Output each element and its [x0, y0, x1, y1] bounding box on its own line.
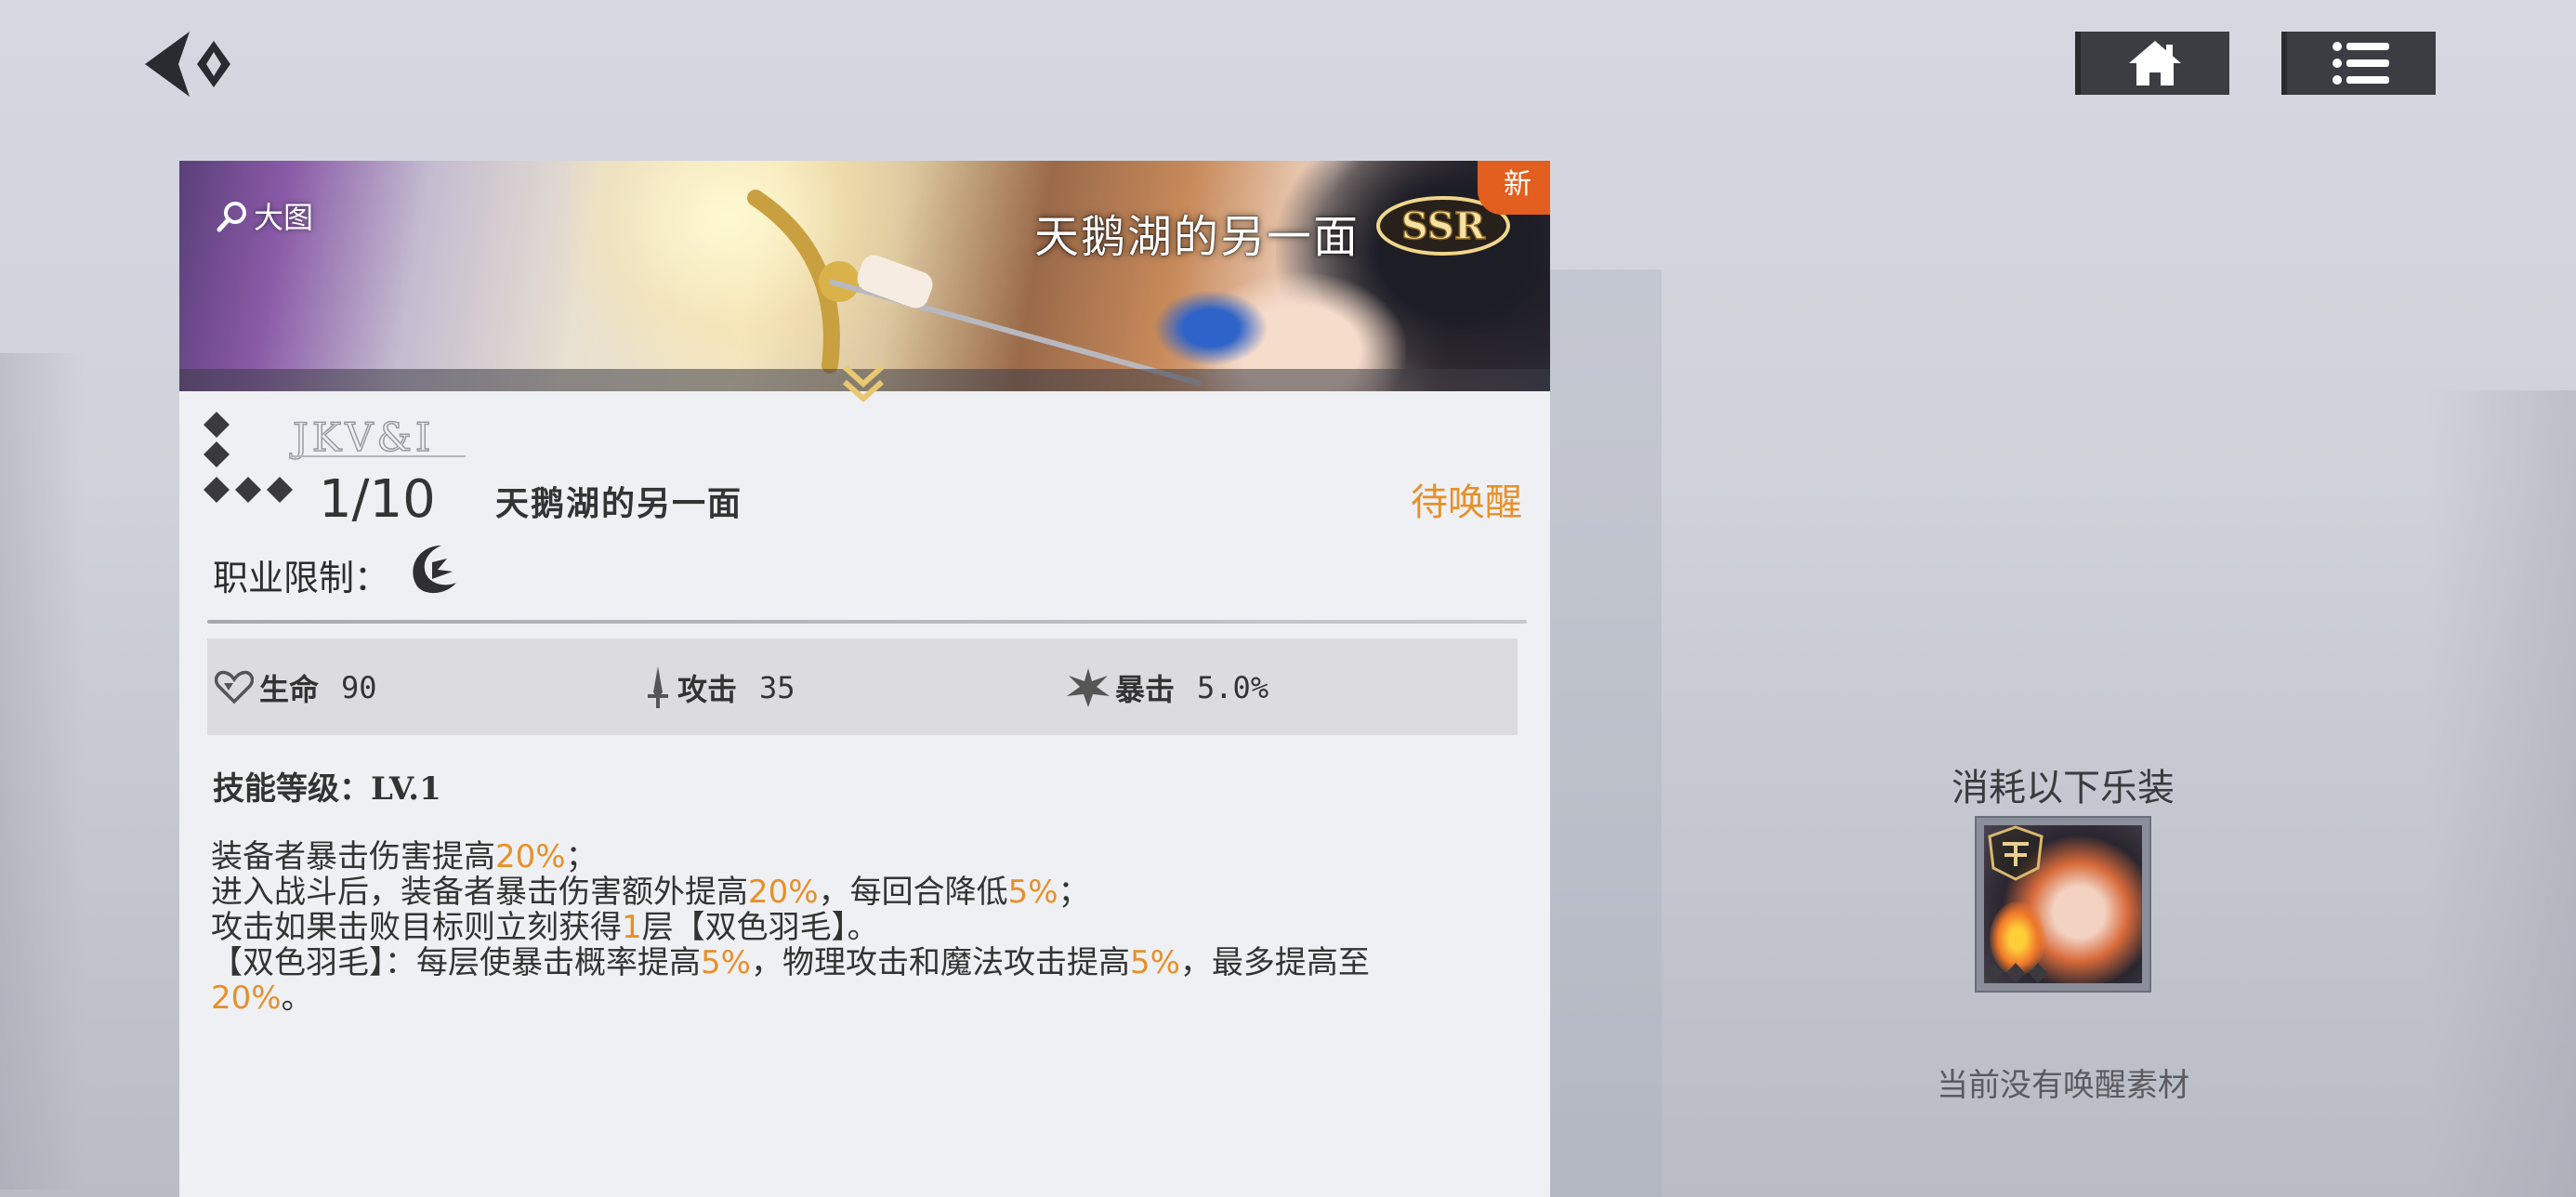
- item-detail-card: 大图 天鹅湖的另一面 SSR 新 JKV&I 1/10 天鹅湖的另一面 待唤醒 …: [179, 161, 1550, 1197]
- skill-value-highlight: 1: [622, 909, 642, 946]
- skill-text: ；: [1058, 874, 1090, 911]
- crescent-class-icon: [413, 546, 456, 594]
- awaken-status: 待唤醒: [1411, 481, 1522, 524]
- critical-burst-icon: [1067, 668, 1110, 707]
- stat-attack-label: 攻击: [677, 672, 738, 707]
- material-slot[interactable]: [1975, 816, 2151, 993]
- skill-text: 【双色羽毛】：每层使暴击概率提高: [211, 944, 701, 981]
- level-progress: 1/10: [319, 469, 436, 530]
- heart-icon: [215, 670, 254, 704]
- stat-hp-value: 90: [341, 670, 377, 705]
- stat-attack: 攻击 35: [644, 666, 795, 709]
- background-decoration-right: [2427, 390, 2576, 1197]
- item-banner-art[interactable]: 大图 天鹅湖的另一面 SSR 新: [179, 161, 1550, 391]
- stat-critical-label: 暴击: [1115, 672, 1176, 707]
- stats-bar: 生命 90 攻击 35 暴击 5.0%: [207, 638, 1518, 735]
- rarity-text: SSR: [1401, 204, 1486, 248]
- skill-text: 攻击如果击败目标则立刻获得: [211, 909, 622, 946]
- skill-description-line: 装备者暴击伤害提高20%；: [211, 839, 1540, 875]
- skill-text: ，每回合降低: [818, 874, 1008, 911]
- stat-hp-label: 生命: [259, 672, 320, 707]
- magnifier-icon: [217, 202, 246, 232]
- back-arrow-icon: [145, 32, 230, 97]
- skill-value-highlight: 5%: [1129, 944, 1180, 981]
- skill-description-line: 20%。: [211, 980, 1540, 1016]
- skill-value-highlight: 5%: [701, 944, 751, 981]
- material-emblem-icon: [1988, 825, 2044, 881]
- skill-text: ，物理攻击和魔法攻击提高: [750, 944, 1130, 981]
- back-button[interactable]: [141, 28, 243, 100]
- skill-description-line: 攻击如果击败目标则立刻获得1层【双色羽毛】。: [211, 910, 1540, 945]
- stat-critical-value: 5.0%: [1197, 670, 1269, 705]
- skill-text: 进入战斗后，装备者暴击伤害额外提高: [211, 874, 748, 911]
- skill-level: 技能等级：LV.1: [213, 770, 441, 808]
- skill-description-line: 进入战斗后，装备者暴击伤害额外提高20%，每回合降低5%；: [211, 875, 1540, 910]
- designer-signature: JKV&I: [289, 414, 466, 461]
- home-icon: [2129, 41, 2181, 86]
- dagger-icon: [648, 666, 668, 708]
- skill-text: ；: [565, 838, 598, 875]
- skill-value-highlight: 20%: [495, 838, 566, 875]
- zoom-label: 大图: [254, 200, 314, 235]
- svg-text:JKV&I: JKV&I: [289, 414, 435, 460]
- skill-description: 装备者暴击伤害提高20%； 进入战斗后，装备者暴击伤害额外提高20%，每回合降低5…: [211, 839, 1540, 1016]
- background-panel-shadow: [1550, 270, 1662, 1197]
- new-badge: 新: [1478, 161, 1550, 215]
- skill-text: 装备者暴击伤害提高: [211, 838, 495, 875]
- home-button[interactable]: [2075, 32, 2229, 95]
- item-name: 天鹅湖的另一面: [495, 484, 743, 523]
- banner-title: 天鹅湖的另一面: [1034, 211, 1360, 263]
- no-material-text: 当前没有唤醒素材: [1937, 1067, 2189, 1104]
- skill-value-highlight: 20%: [748, 874, 819, 911]
- consume-title: 消耗以下乐装: [1952, 767, 2175, 809]
- job-restriction-label: 职业限制：: [213, 558, 390, 598]
- list-menu-icon: [2333, 42, 2389, 85]
- stat-critical: 暴击 5.0%: [1067, 666, 1268, 709]
- stat-attack-value: 35: [759, 670, 795, 705]
- expand-chevron-icon[interactable]: [839, 363, 887, 406]
- stat-hp: 生命 90: [215, 666, 377, 709]
- zoom-view-button[interactable]: 大图: [217, 194, 313, 237]
- skill-text: ，最多提高至: [1179, 944, 1370, 981]
- menu-button[interactable]: [2281, 32, 2436, 95]
- background-decoration-left: [0, 353, 84, 1190]
- skill-text: 。: [281, 980, 313, 1017]
- skill-value-highlight: 20%: [211, 980, 282, 1017]
- skill-text: 层【双色羽毛】。: [641, 909, 879, 946]
- section-divider: [207, 620, 1527, 624]
- material-rank-dots: [1984, 963, 2047, 983]
- skill-description-line: 【双色羽毛】：每层使暴击概率提高5%，物理攻击和魔法攻击提高5%，最多提高至: [211, 945, 1540, 980]
- skill-value-highlight: 5%: [1007, 874, 1058, 911]
